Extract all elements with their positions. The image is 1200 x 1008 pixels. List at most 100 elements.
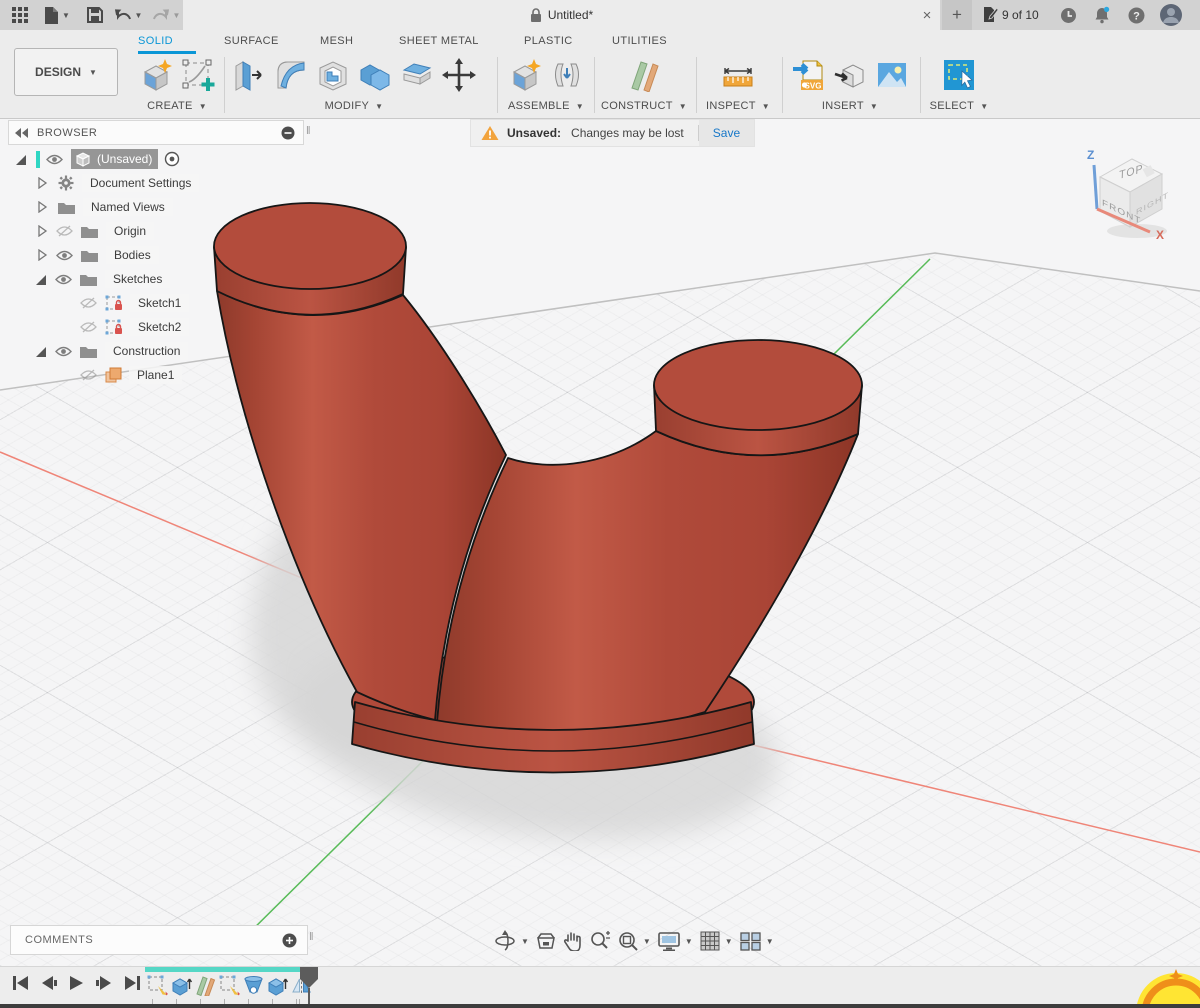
visibility-eye-icon[interactable] bbox=[56, 250, 73, 261]
workspace-caret-icon: ▼ bbox=[89, 68, 97, 77]
group-select-label[interactable]: SELECT bbox=[930, 100, 975, 112]
tab-sheet-metal[interactable]: SHEET METAL bbox=[399, 35, 479, 51]
pan-icon[interactable] bbox=[563, 931, 582, 951]
shell-icon[interactable] bbox=[316, 58, 350, 92]
step-forward-icon[interactable] bbox=[96, 975, 112, 991]
group-assemble-label[interactable]: ASSEMBLE bbox=[508, 100, 570, 112]
document-pager[interactable]: 9 of 10 bbox=[982, 0, 1039, 30]
feature-extrude-icon[interactable] bbox=[267, 975, 288, 996]
redo-icon[interactable]: ▼ bbox=[150, 0, 182, 30]
file-menu-icon[interactable]: ▼ bbox=[40, 0, 74, 30]
tree-item-label: (Unsaved) bbox=[95, 150, 154, 168]
zoom-icon[interactable] bbox=[589, 931, 611, 951]
help-icon[interactable]: ? bbox=[1124, 0, 1148, 30]
comments-panel[interactable]: COMMENTS bbox=[10, 925, 308, 955]
activate-radio-icon[interactable] bbox=[164, 151, 180, 167]
collapsed-arrow-icon[interactable] bbox=[36, 249, 48, 261]
group-construct-label[interactable]: CONSTRUCT bbox=[601, 100, 673, 112]
press-pull-icon[interactable] bbox=[232, 58, 266, 92]
collapsed-arrow-icon[interactable] bbox=[36, 201, 48, 213]
go-to-start-icon[interactable] bbox=[12, 975, 29, 991]
move-icon[interactable] bbox=[442, 58, 476, 92]
comments-resize-grip[interactable]: ‖ bbox=[309, 931, 314, 943]
notifications-bell-icon[interactable] bbox=[1090, 0, 1114, 30]
feature-loft-icon[interactable] bbox=[243, 975, 264, 996]
joint-icon[interactable] bbox=[550, 58, 584, 92]
visibility-off-icon[interactable] bbox=[80, 297, 97, 309]
fillet-icon[interactable] bbox=[274, 58, 308, 92]
browser-resize-grip[interactable]: ‖ bbox=[306, 125, 311, 137]
create-sketch-icon[interactable] bbox=[181, 58, 215, 92]
orbit-icon[interactable]: ▼ bbox=[494, 930, 529, 952]
tree-item-plane1[interactable]: Plane1 bbox=[80, 364, 182, 386]
visibility-eye-icon[interactable] bbox=[55, 346, 72, 357]
browser-minimize-icon[interactable] bbox=[281, 126, 295, 140]
group-insert-label[interactable]: INSERT bbox=[822, 100, 864, 112]
look-at-icon[interactable] bbox=[536, 932, 556, 950]
undo-icon[interactable]: ▼ bbox=[112, 0, 144, 30]
new-tab-button[interactable]: + bbox=[942, 0, 972, 30]
job-status-clock-icon[interactable] bbox=[1056, 0, 1080, 30]
group-create-label[interactable]: CREATE bbox=[147, 100, 193, 112]
tab-plastic[interactable]: PLASTIC bbox=[524, 35, 573, 51]
group-modify-label[interactable]: MODIFY bbox=[325, 100, 370, 112]
viewports-icon[interactable]: ▼ bbox=[740, 932, 774, 951]
combine-icon[interactable] bbox=[358, 58, 392, 92]
feature-sketch-icon[interactable] bbox=[147, 975, 168, 996]
tree-item-sketches[interactable]: Sketches bbox=[34, 268, 170, 290]
tab-solid[interactable]: SOLID bbox=[138, 35, 173, 51]
timeline-playhead[interactable] bbox=[296, 967, 322, 1007]
folder-icon bbox=[80, 273, 97, 286]
tree-item-origin[interactable]: Origin bbox=[36, 220, 154, 242]
account-avatar[interactable] bbox=[1156, 0, 1186, 30]
tree-item-construction[interactable]: Construction bbox=[34, 340, 188, 362]
step-back-icon[interactable] bbox=[41, 975, 57, 991]
document-tab[interactable]: Untitled* bbox=[183, 0, 940, 30]
grid-settings-icon[interactable]: ▼ bbox=[700, 931, 733, 951]
app-grid-icon[interactable] bbox=[8, 0, 32, 30]
measure-icon[interactable] bbox=[721, 58, 755, 92]
insert-mesh-icon[interactable] bbox=[833, 58, 867, 92]
new-component-assemble-icon[interactable] bbox=[508, 58, 542, 92]
view-cube[interactable]: TOP FRONT RIGHT Z X bbox=[1082, 145, 1192, 245]
save-icon[interactable] bbox=[84, 0, 106, 30]
go-to-end-icon[interactable] bbox=[124, 975, 141, 991]
fit-icon[interactable]: ▼ bbox=[618, 931, 651, 951]
play-icon[interactable] bbox=[69, 975, 84, 991]
tab-mesh[interactable]: MESH bbox=[320, 35, 353, 51]
feature-sketch-icon[interactable] bbox=[219, 975, 240, 996]
tree-item-sketch1[interactable]: Sketch1 bbox=[80, 292, 189, 314]
visibility-off-icon[interactable] bbox=[56, 225, 73, 237]
tree-item-bodies[interactable]: Bodies bbox=[36, 244, 159, 266]
insert-canvas-icon[interactable] bbox=[875, 58, 909, 92]
add-comment-icon[interactable] bbox=[282, 933, 297, 948]
display-settings-icon[interactable]: ▼ bbox=[658, 932, 693, 951]
group-inspect-label[interactable]: INSPECT bbox=[706, 100, 756, 112]
visibility-eye-icon[interactable] bbox=[46, 154, 63, 165]
new-component-icon[interactable] bbox=[139, 58, 173, 92]
workspace-selector[interactable]: DESIGN ▼ bbox=[14, 48, 118, 96]
collapse-browser-icon[interactable] bbox=[15, 128, 29, 138]
tree-item-sketch2[interactable]: Sketch2 bbox=[80, 316, 189, 338]
construct-plane-icon[interactable] bbox=[627, 58, 661, 92]
insert-svg-icon[interactable]: SVG bbox=[791, 58, 825, 92]
tree-item-root[interactable]: (Unsaved) bbox=[14, 148, 180, 170]
thicken-icon[interactable] bbox=[400, 58, 434, 92]
feature-extrude-icon[interactable] bbox=[171, 975, 192, 996]
tree-item-named-views[interactable]: Named Views bbox=[36, 196, 173, 218]
tree-item-document-settings[interactable]: Document Settings bbox=[36, 172, 199, 194]
collapsed-arrow-icon[interactable] bbox=[36, 177, 48, 189]
expand-arrow-icon[interactable] bbox=[34, 273, 47, 286]
visibility-off-icon[interactable] bbox=[80, 321, 97, 333]
visibility-eye-icon[interactable] bbox=[55, 274, 72, 285]
tab-surface[interactable]: SURFACE bbox=[224, 35, 279, 51]
visibility-off-icon[interactable] bbox=[80, 369, 97, 381]
expand-arrow-icon[interactable] bbox=[34, 345, 47, 358]
tab-utilities[interactable]: UTILITIES bbox=[612, 35, 667, 51]
close-tab-icon[interactable]: × bbox=[914, 0, 940, 30]
collapsed-arrow-icon[interactable] bbox=[36, 225, 48, 237]
expand-arrow-icon[interactable] bbox=[14, 153, 27, 166]
select-icon[interactable] bbox=[942, 58, 976, 92]
feature-construction-plane-icon[interactable] bbox=[195, 975, 216, 996]
save-button[interactable]: Save bbox=[699, 120, 754, 146]
